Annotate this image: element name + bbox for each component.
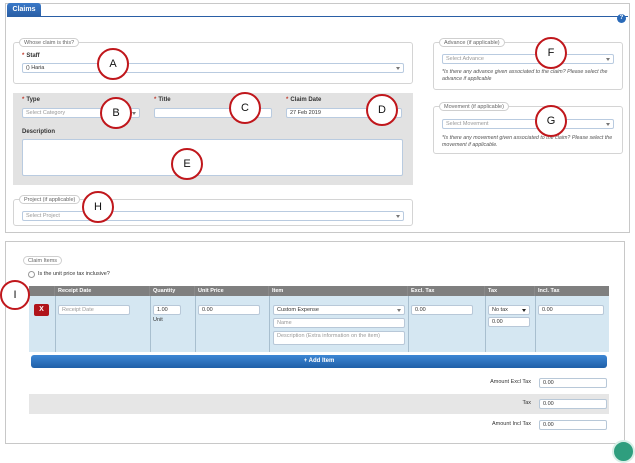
column-header-receipt-date: Receipt Date — [55, 286, 150, 296]
total-label: Tax — [522, 400, 531, 406]
column-divider — [535, 296, 536, 352]
claim-items-table-header: Receipt Date Quantity Unit Price Item Ex… — [29, 286, 609, 296]
column-divider — [408, 296, 409, 352]
marker-i: I — [0, 280, 30, 310]
receipt-date-input[interactable]: Receipt Date — [58, 305, 130, 315]
description-label: Description — [22, 129, 56, 135]
total-row-excl-tax: Amount Excl Tax 0.00 — [29, 373, 609, 393]
incl-tax-input[interactable]: 0.00 — [538, 305, 604, 315]
column-header-item: Item — [269, 286, 408, 296]
total-value: 0.00 — [539, 420, 607, 430]
column-header-unit-price: Unit Price — [195, 286, 269, 296]
item-description-textarea[interactable]: Description (Extra information on the it… — [273, 331, 405, 345]
chevron-down-icon — [132, 112, 136, 115]
tax-select[interactable]: No tax — [488, 305, 530, 315]
chevron-down-icon — [606, 123, 610, 126]
title-label: * Title — [154, 97, 171, 103]
column-divider — [55, 296, 56, 352]
whose-claim-section: Whose claim is this? * Staff () Haria — [13, 38, 413, 84]
advance-section: Advance (if applicable) Select Advance *… — [433, 38, 623, 90]
help-icon[interactable]: ? — [617, 14, 626, 23]
item-name-input[interactable]: Name — [273, 318, 405, 328]
advance-legend: Advance (if applicable) — [439, 38, 505, 47]
total-row-tax: Tax 0.00 — [29, 394, 609, 414]
marker-d: D — [366, 94, 398, 126]
column-header-quantity: Quantity — [150, 286, 195, 296]
quantity-unit-label: Unit — [153, 317, 163, 323]
movement-section: Movement (if applicable) Select Movement… — [433, 102, 623, 154]
total-label: Amount Excl Tax — [490, 379, 531, 385]
marker-c: C — [229, 92, 261, 124]
column-divider — [269, 296, 270, 352]
marker-h: H — [82, 191, 114, 223]
add-item-button[interactable]: + Add Item — [31, 355, 607, 368]
total-label: Amount Incl Tax — [491, 421, 531, 427]
column-header-action — [29, 286, 55, 296]
chevron-down-icon — [397, 309, 401, 312]
movement-select[interactable]: Select Movement — [442, 119, 614, 129]
staff-select[interactable]: () Haria — [22, 63, 404, 73]
claim-date-label: * Claim Date — [286, 97, 322, 103]
whose-claim-legend: Whose claim is this? — [19, 38, 80, 47]
type-label: * Type — [22, 97, 40, 103]
total-row-incl-tax: Amount Incl Tax 0.00 — [29, 415, 609, 435]
claim-items-legend: Claim Items — [23, 256, 63, 265]
movement-hint: *Is there any movement given associated … — [442, 135, 613, 148]
chat-bubble-icon[interactable] — [612, 440, 635, 463]
marker-g: G — [535, 105, 567, 137]
tax-value-input[interactable]: 0.00 — [488, 317, 530, 327]
marker-b: B — [100, 97, 132, 129]
tax-inclusive-label: Is the unit price tax inclusive? — [38, 271, 110, 277]
tab-claims[interactable]: Claims — [7, 3, 41, 16]
delete-row-button[interactable]: X — [34, 304, 49, 316]
column-divider — [485, 296, 486, 352]
staff-label: * Staff — [22, 53, 40, 59]
marker-f: F — [535, 37, 567, 69]
column-divider — [150, 296, 151, 352]
column-header-excl-tax: Excl. Tax — [408, 286, 485, 296]
excl-tax-input[interactable]: 0.00 — [411, 305, 473, 315]
chevron-down-icon — [396, 215, 400, 218]
unit-price-input[interactable]: 0.00 — [198, 305, 260, 315]
column-divider — [195, 296, 196, 352]
header-divider — [7, 16, 628, 17]
description-textarea[interactable] — [22, 139, 403, 176]
total-value: 0.00 — [539, 378, 607, 388]
advance-select[interactable]: Select Advance — [442, 54, 614, 64]
column-header-incl-tax: Incl. Tax — [538, 288, 560, 294]
total-value: 0.00 — [539, 399, 607, 409]
project-section: Project (if applicable) Select Project — [13, 195, 413, 226]
advance-hint: *Is there any advance given associated t… — [442, 69, 608, 82]
movement-legend: Movement (if applicable) — [439, 102, 509, 111]
column-header-tax: Tax — [485, 286, 535, 296]
tax-inclusive-checkbox[interactable] — [28, 271, 35, 278]
project-legend: Project (if applicable) — [19, 195, 81, 204]
item-select[interactable]: Custom Expense — [273, 305, 405, 315]
marker-e: E — [171, 148, 203, 180]
chevron-down-icon — [606, 58, 610, 61]
quantity-input[interactable]: 1.00 — [153, 305, 181, 315]
chevron-down-icon — [522, 309, 526, 312]
project-select[interactable]: Select Project — [22, 211, 404, 221]
chevron-down-icon — [396, 67, 400, 70]
marker-a: A — [97, 48, 129, 80]
